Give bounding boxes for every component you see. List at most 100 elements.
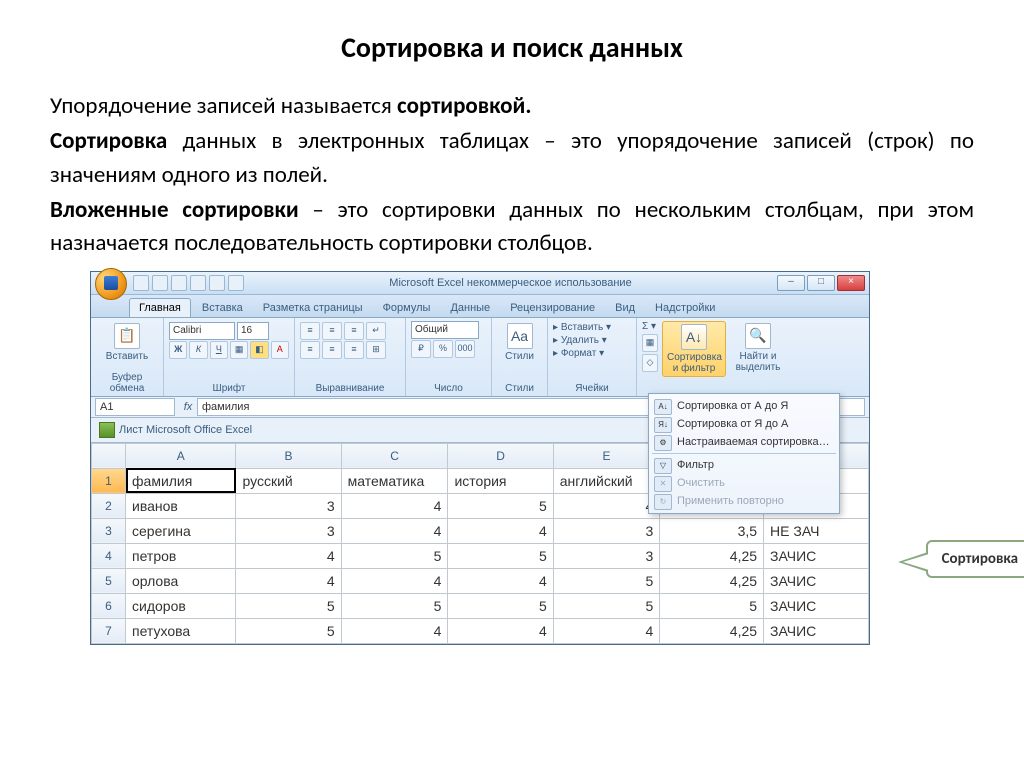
cell[interactable]: НЕ ЗАЧ bbox=[764, 518, 869, 543]
comma-button[interactable]: 000 bbox=[455, 340, 475, 358]
fx-icon[interactable]: fx bbox=[179, 401, 197, 413]
font-color-button[interactable]: A bbox=[271, 341, 289, 359]
cell[interactable]: 4 bbox=[553, 618, 660, 643]
bold-button[interactable]: Ж bbox=[169, 341, 187, 359]
qat-btn[interactable] bbox=[228, 275, 244, 291]
cell[interactable]: 4,25 bbox=[660, 543, 764, 568]
percent-button[interactable]: % bbox=[433, 340, 453, 358]
cell[interactable]: 3 bbox=[553, 518, 660, 543]
cell[interactable]: 4 bbox=[448, 618, 553, 643]
cell[interactable]: 5 bbox=[448, 593, 553, 618]
col-header-E[interactable]: E bbox=[553, 443, 660, 468]
underline-button[interactable]: Ч bbox=[210, 341, 228, 359]
sort-filter-button[interactable]: A↓ Сортировка и фильтр bbox=[662, 321, 726, 377]
clear-filter-item[interactable]: ✕ Очистить bbox=[649, 474, 839, 492]
cell[interactable]: 5 bbox=[236, 593, 341, 618]
cell[interactable]: 4 bbox=[341, 568, 448, 593]
cell-C1[interactable]: математика bbox=[341, 468, 448, 493]
cell[interactable]: 4 bbox=[341, 618, 448, 643]
cell-A1[interactable]: фамилия bbox=[126, 468, 236, 493]
tab-formulas[interactable]: Формулы bbox=[374, 299, 440, 317]
cell[interactable]: 4,25 bbox=[660, 618, 764, 643]
paste-button[interactable]: 📋 Вставить bbox=[96, 321, 158, 364]
font-size-select[interactable]: 16 bbox=[237, 322, 269, 340]
wrap-button[interactable]: ↵ bbox=[366, 322, 386, 340]
maximize-button[interactable]: □ bbox=[807, 275, 835, 291]
select-all-corner[interactable] bbox=[92, 443, 126, 468]
cell[interactable]: иванов bbox=[126, 493, 236, 518]
cell[interactable]: ЗАЧИС bbox=[764, 543, 869, 568]
merge-button[interactable]: ⊞ bbox=[366, 341, 386, 359]
italic-button[interactable]: К bbox=[189, 341, 207, 359]
cell[interactable]: 5 bbox=[236, 618, 341, 643]
align-bot-button[interactable]: ≡ bbox=[344, 322, 364, 340]
cell[interactable]: 3 bbox=[236, 493, 341, 518]
qat-save-icon[interactable] bbox=[133, 275, 149, 291]
fill-color-button[interactable]: ◧ bbox=[250, 341, 268, 359]
cell-E1[interactable]: английский bbox=[553, 468, 660, 493]
cell[interactable]: орлова bbox=[126, 568, 236, 593]
row-header-5[interactable]: 5 bbox=[92, 568, 126, 593]
col-header-B[interactable]: B bbox=[236, 443, 341, 468]
cell[interactable]: 5 bbox=[553, 568, 660, 593]
cell[interactable]: 3,5 bbox=[660, 518, 764, 543]
align-top-button[interactable]: ≡ bbox=[300, 322, 320, 340]
delete-cells-button[interactable]: ▸ Удалить ▾ bbox=[553, 334, 631, 347]
cell[interactable]: 3 bbox=[236, 518, 341, 543]
row-header-4[interactable]: 4 bbox=[92, 543, 126, 568]
format-cells-button[interactable]: ▸ Формат ▾ bbox=[553, 347, 631, 360]
cell[interactable]: 5 bbox=[448, 543, 553, 568]
align-left-button[interactable]: ≡ bbox=[300, 341, 320, 359]
cell[interactable]: 3 bbox=[553, 543, 660, 568]
row-header-1[interactable]: 1 bbox=[92, 468, 126, 493]
styles-button[interactable]: Aa Стили bbox=[497, 321, 542, 364]
cell[interactable]: 5 bbox=[660, 593, 764, 618]
row-header-2[interactable]: 2 bbox=[92, 493, 126, 518]
tab-view[interactable]: Вид bbox=[606, 299, 644, 317]
border-button[interactable]: ▦ bbox=[230, 341, 248, 359]
cell[interactable]: 5 bbox=[341, 593, 448, 618]
cell[interactable]: 4 bbox=[553, 493, 660, 518]
qat-undo-icon[interactable] bbox=[152, 275, 168, 291]
tab-home[interactable]: Главная bbox=[129, 298, 191, 317]
cell[interactable]: петухова bbox=[126, 618, 236, 643]
cell[interactable]: 4 bbox=[448, 518, 553, 543]
cell[interactable]: серегина bbox=[126, 518, 236, 543]
qat-redo-icon[interactable] bbox=[171, 275, 187, 291]
tab-insert[interactable]: Вставка bbox=[193, 299, 252, 317]
qat-btn[interactable] bbox=[209, 275, 225, 291]
row-header-7[interactable]: 7 bbox=[92, 618, 126, 643]
tab-review[interactable]: Рецензирование bbox=[501, 299, 604, 317]
cell[interactable]: 5 bbox=[341, 543, 448, 568]
align-center-button[interactable]: ≡ bbox=[322, 341, 342, 359]
sort-az-item[interactable]: A↓ Сортировка от А до Я bbox=[649, 397, 839, 415]
tab-data[interactable]: Данные bbox=[441, 299, 499, 317]
align-right-button[interactable]: ≡ bbox=[344, 341, 364, 359]
tab-addins[interactable]: Надстройки bbox=[646, 299, 724, 317]
cell[interactable]: 4 bbox=[236, 543, 341, 568]
cell[interactable]: 5 bbox=[553, 593, 660, 618]
qat-print-icon[interactable] bbox=[190, 275, 206, 291]
cell[interactable]: ЗАЧИС bbox=[764, 593, 869, 618]
find-select-button[interactable]: 🔍 Найти и выделить bbox=[730, 321, 786, 375]
fill-button[interactable]: ▦ bbox=[642, 334, 658, 352]
custom-sort-item[interactable]: ⚙ Настраиваемая сортировка… bbox=[649, 433, 839, 451]
office-button[interactable] bbox=[95, 268, 127, 300]
number-format-select[interactable]: Общий bbox=[411, 321, 479, 339]
cell[interactable]: 4 bbox=[341, 518, 448, 543]
autosum-button[interactable]: Σ ▾ bbox=[642, 321, 658, 332]
row-header-3[interactable]: 3 bbox=[92, 518, 126, 543]
filter-item[interactable]: ▽ Фильтр bbox=[649, 456, 839, 474]
cell[interactable]: 5 bbox=[448, 493, 553, 518]
name-box[interactable]: A1 bbox=[95, 398, 175, 416]
cell-D1[interactable]: история bbox=[448, 468, 553, 493]
align-mid-button[interactable]: ≡ bbox=[322, 322, 342, 340]
tab-page-layout[interactable]: Разметка страницы bbox=[254, 299, 372, 317]
font-name-select[interactable]: Calibri bbox=[169, 322, 235, 340]
cell[interactable]: сидоров bbox=[126, 593, 236, 618]
sort-za-item[interactable]: Я↓ Сортировка от Я до А bbox=[649, 415, 839, 433]
insert-cells-button[interactable]: ▸ Вставить ▾ bbox=[553, 321, 631, 334]
cell[interactable]: 4 bbox=[448, 568, 553, 593]
row-header-6[interactable]: 6 bbox=[92, 593, 126, 618]
currency-button[interactable]: ₽ bbox=[411, 340, 431, 358]
